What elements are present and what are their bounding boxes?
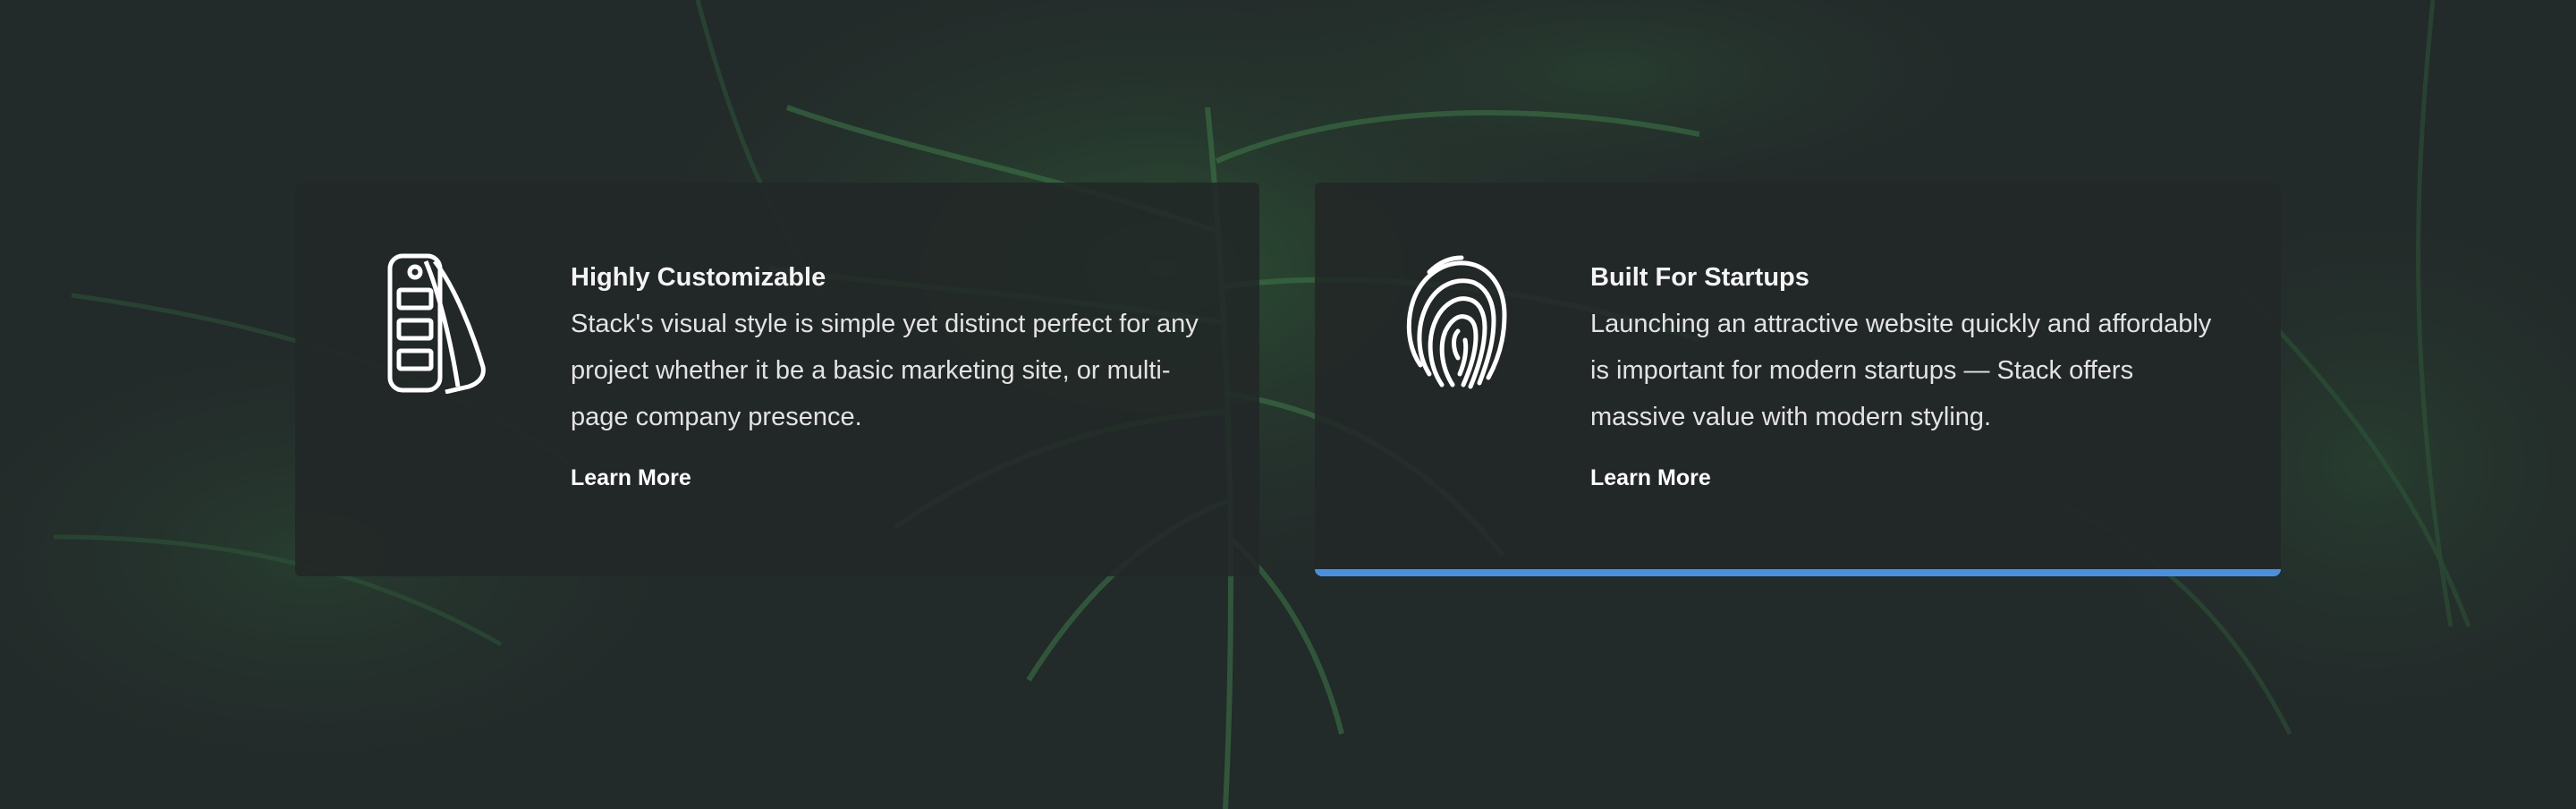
feature-title: Highly Customizable	[571, 263, 826, 292]
fingerprint-icon	[1402, 251, 1510, 394]
learn-more-link[interactable]: Learn More	[1590, 464, 1711, 492]
feature-description: Launching an attractive website quickly …	[1590, 310, 2212, 431]
feature-card-customizable: Highly Customizable Stack's visual style…	[295, 183, 1259, 576]
feature-title: Built For Startups	[1590, 263, 1809, 292]
active-accent-bar	[1315, 569, 2281, 576]
feature-card-startups: Built For Startups Launching an attracti…	[1315, 183, 2281, 576]
feature-content: Built For Startups Launching an attracti…	[1590, 254, 2234, 492]
feature-description: Stack's visual style is simple yet disti…	[571, 310, 1199, 431]
color-swatches-icon	[383, 251, 490, 394]
feature-content: Highly Customizable Stack's visual style…	[571, 254, 1215, 492]
learn-more-link[interactable]: Learn More	[571, 464, 691, 492]
